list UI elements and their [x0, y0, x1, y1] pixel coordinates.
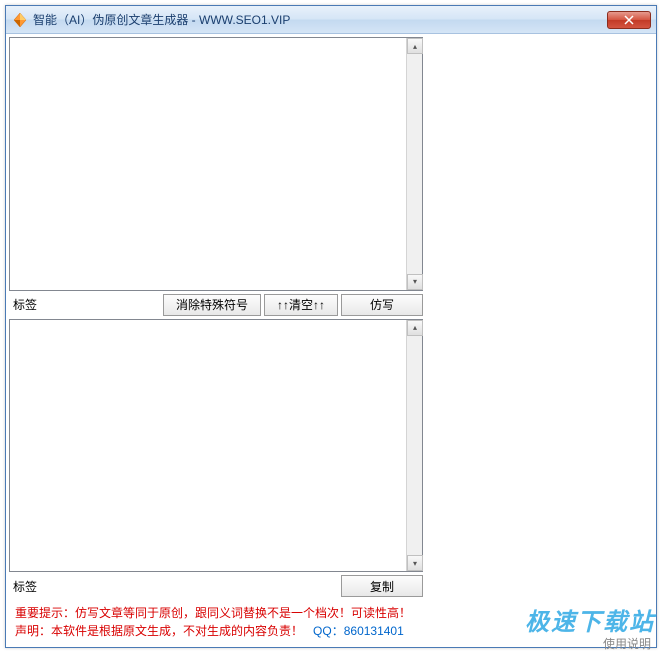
watermark-sub: 使用说明 [525, 635, 655, 652]
window-title: 智能（AI）伪原创文章生成器 - WWW.SEO1.VIP [33, 11, 607, 28]
qq-label: QQ： [313, 624, 344, 638]
notice-prefix: 声明： [15, 624, 51, 638]
scroll-up-icon[interactable]: ▴ [407, 38, 423, 54]
notice-prefix: 重要提示： [15, 606, 75, 620]
content-area: ▴ ▾ 标签 消除特殊符号 ↑↑清空↑↑ 仿写 ▴ ▾ [6, 34, 656, 647]
notice-text: 本软件是根据原文生成，不对生成的内容负责！ [51, 624, 303, 638]
titlebar[interactable]: 智能（AI）伪原创文章生成器 - WWW.SEO1.VIP [6, 6, 656, 34]
notice-important: 重要提示：仿写文章等同于原创，跟同义词替换不是一个档次！可读性高！ [15, 604, 417, 622]
notice-text: 仿写文章等同于原创，跟同义词替换不是一个档次！可读性高！ [75, 606, 411, 620]
output-label: 标签 [9, 578, 41, 595]
input-textarea-container: ▴ ▾ [9, 37, 423, 291]
notice-area: 重要提示：仿写文章等同于原创，跟同义词替换不是一个档次！可读性高！ 声明：本软件… [9, 600, 423, 644]
output-textarea-container: ▴ ▾ [9, 319, 423, 573]
input-toolbar: 标签 消除特殊符号 ↑↑清空↑↑ 仿写 [9, 293, 423, 317]
notice-disclaimer: 声明：本软件是根据原文生成，不对生成的内容负责！ QQ：860131401 [15, 622, 417, 640]
scroll-down-icon[interactable]: ▾ [407, 274, 423, 290]
close-icon [624, 15, 634, 25]
left-panel: ▴ ▾ 标签 消除特殊符号 ↑↑清空↑↑ 仿写 ▴ ▾ [6, 34, 426, 647]
input-textarea[interactable] [10, 38, 406, 290]
app-icon [12, 12, 28, 28]
output-textarea[interactable] [10, 320, 406, 572]
output-scrollbar[interactable]: ▴ ▾ [406, 320, 422, 572]
application-window: 智能（AI）伪原创文章生成器 - WWW.SEO1.VIP ▴ ▾ 标签 消除特… [5, 5, 657, 648]
scroll-down-icon[interactable]: ▾ [407, 555, 423, 571]
qq-number: 860131401 [344, 624, 404, 638]
input-label: 标签 [9, 296, 41, 313]
rewrite-button[interactable]: 仿写 [341, 294, 423, 316]
copy-button[interactable]: 复制 [341, 575, 423, 597]
clear-button[interactable]: ↑↑清空↑↑ [264, 294, 338, 316]
watermark: 极速下载站 使用说明 [525, 602, 655, 652]
output-toolbar: 标签 复制 [9, 574, 423, 598]
watermark-main: 极速下载站 [525, 602, 655, 637]
input-scrollbar[interactable]: ▴ ▾ [406, 38, 422, 290]
close-button[interactable] [607, 11, 651, 29]
remove-special-chars-button[interactable]: 消除特殊符号 [163, 294, 261, 316]
right-panel [426, 34, 656, 647]
scroll-up-icon[interactable]: ▴ [407, 320, 423, 336]
